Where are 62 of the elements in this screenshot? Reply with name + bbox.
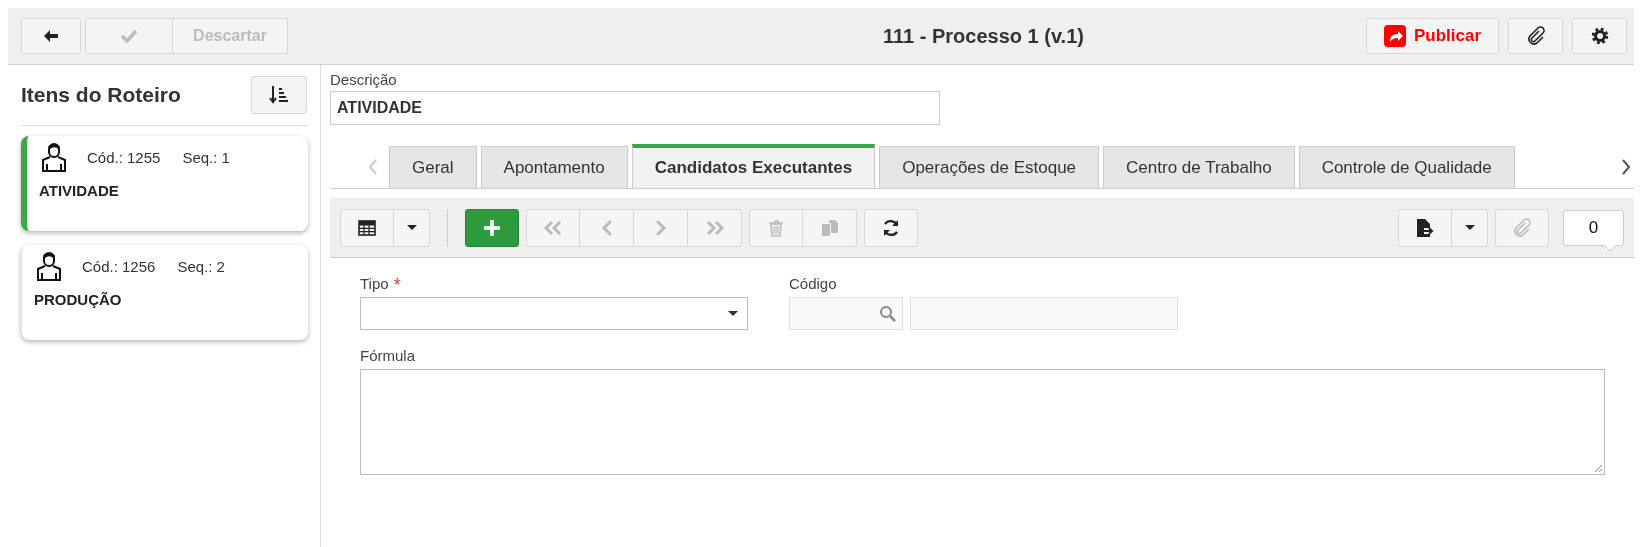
dropdown-button[interactable]: [1452, 208, 1488, 247]
table-icon: [358, 219, 376, 236]
code-description-field[interactable]: [910, 297, 1178, 330]
settings-icon: [1590, 27, 1609, 45]
check-icon: [120, 29, 138, 43]
refresh-button[interactable]: [864, 208, 918, 247]
attach-button[interactable]: [1508, 18, 1563, 54]
formula-label: Fórmula: [360, 347, 416, 365]
sort-icon: [269, 85, 289, 105]
caret-icon: [728, 310, 738, 317]
tab[interactable]: Controle de Qualidade: [1298, 146, 1515, 188]
sort-button[interactable]: [251, 76, 307, 114]
person-icon: [34, 251, 64, 281]
settings-button[interactable]: [1572, 18, 1627, 54]
tab[interactable]: Apontamento: [480, 146, 628, 188]
type-dropdown[interactable]: [360, 297, 748, 330]
item-name: PRODUÇÃO: [34, 291, 122, 308]
item-name: ATIVIDADE: [39, 182, 119, 199]
grid-view-button[interactable]: [340, 208, 394, 247]
window-title: 111 - Processo 1 (v.1): [882, 24, 1085, 48]
code-text: Cód.: 1255: [87, 148, 161, 166]
back-arrow-icon: [43, 29, 59, 43]
sequence-text: Seq.: 1: [182, 148, 230, 166]
chevron-right-icon[interactable]: [1621, 159, 1631, 175]
code-label: Código: [789, 275, 838, 293]
person-icon: [39, 142, 69, 172]
route-item-card[interactable]: Cód.: 1256 Seq.: 2 PRODUÇÃO: [21, 245, 308, 340]
trash-icon: [768, 218, 784, 237]
double-chevron-left-icon: [543, 219, 563, 236]
sidebar-title: Itens do Roteiro: [21, 83, 181, 107]
caret-icon: [1464, 224, 1475, 231]
chevron-right-icon: [654, 218, 667, 237]
copy-icon: [819, 218, 840, 237]
chevron-left-icon: [600, 218, 613, 237]
route-item-card[interactable]: Cód.: 1255 Seq.: 1 ATIVIDADE: [21, 136, 308, 231]
sequence-text: Seq.: 2: [177, 257, 225, 275]
type-label: Tipo: [360, 275, 389, 293]
add-button[interactable]: [465, 208, 519, 247]
paperclip-icon: [1525, 26, 1546, 46]
tab[interactable]: Geral: [389, 146, 477, 188]
paperclip-icon: [1512, 217, 1532, 238]
back-button[interactable]: [21, 18, 81, 54]
plus-icon: [483, 218, 501, 237]
search-icon: [879, 304, 897, 323]
required-asterisk: *: [393, 275, 401, 296]
export-button[interactable]: [1398, 208, 1452, 247]
code-field[interactable]: [789, 297, 903, 330]
resize-grip-icon[interactable]: [1593, 463, 1603, 473]
tab[interactable]: Operações de Estoque: [879, 146, 1100, 188]
refresh-icon: [881, 217, 901, 238]
dropdown-button[interactable]: [394, 208, 430, 247]
description-label: Descrição: [330, 71, 398, 88]
caret-icon: [406, 224, 417, 231]
chevron-left-icon[interactable]: [368, 159, 378, 175]
code-text: Cód.: 1256: [82, 257, 156, 275]
description-field[interactable]: ATIVIDADE: [330, 91, 940, 125]
formula-textarea[interactable]: [360, 369, 1605, 475]
tab[interactable]: Centro de Trabalho: [1103, 146, 1295, 188]
double-chevron-right-icon: [704, 219, 725, 236]
tab[interactable]: Candidatos Executantes: [631, 144, 876, 188]
publish-button[interactable]: Publicar: [1366, 18, 1499, 54]
file-export-icon: [1416, 217, 1434, 238]
